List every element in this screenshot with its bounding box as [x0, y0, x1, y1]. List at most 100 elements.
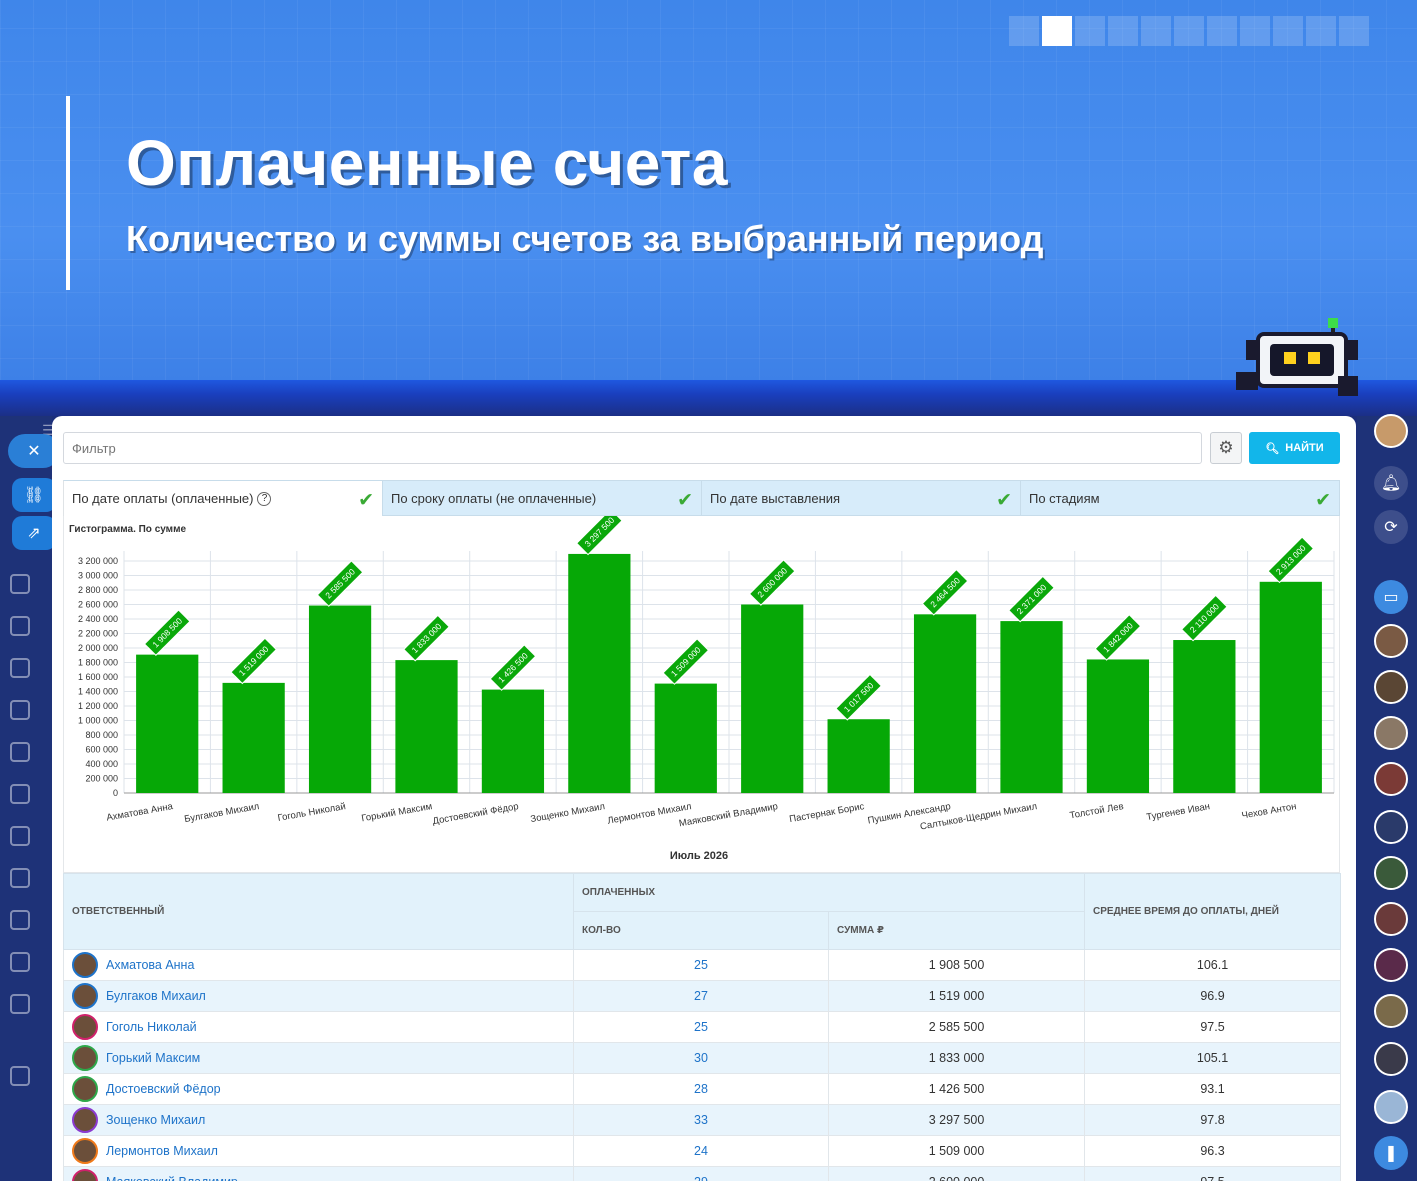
bot-icon[interactable]: [10, 952, 30, 972]
mcp-icon[interactable]: [10, 994, 30, 1014]
pager-dot[interactable]: [1108, 16, 1138, 46]
bar[interactable]: [481, 689, 545, 793]
count-cell[interactable]: 28: [573, 1073, 829, 1105]
pager-dot[interactable]: [1009, 16, 1039, 46]
responsible-link[interactable]: Гоголь Николай: [72, 1014, 565, 1040]
count-cell[interactable]: 30: [573, 1042, 829, 1074]
histogram-panel: Гистограмма. По сумме 0 200 000 400 000 600…: [63, 516, 1340, 873]
bar[interactable]: [1259, 581, 1322, 793]
responsible-link[interactable]: Булгаков Михаил: [72, 983, 565, 1009]
contact-avatar[interactable]: [1374, 994, 1408, 1028]
refresh-chat-icon: ⟳: [1384, 519, 1398, 536]
col-responsible[interactable]: ОТВЕТСТВЕННЫЙ: [63, 873, 574, 950]
pager-dot[interactable]: [1075, 16, 1105, 46]
count-cell[interactable]: 25: [573, 1011, 829, 1043]
close-icon: ✕: [27, 443, 41, 460]
tab-by-due-date[interactable]: По сроку оплаты (не оплаченные) ✔: [383, 480, 702, 516]
contact-avatar[interactable]: [1374, 948, 1408, 982]
pager-dot[interactable]: [1174, 16, 1204, 46]
bar-value-label: 2 464 500: [921, 568, 969, 616]
responsible-link[interactable]: Зощенко Михаил: [72, 1107, 565, 1133]
open-new-window-button[interactable]: ⇗: [12, 516, 56, 550]
bar[interactable]: [136, 654, 199, 793]
pager-dot[interactable]: [1273, 16, 1303, 46]
boards-icon[interactable]: [10, 700, 30, 720]
count-cell[interactable]: 25: [573, 949, 829, 981]
tab-by-payment-date[interactable]: По дате оплаты (оплаченные) ? ✔: [63, 480, 383, 516]
bar[interactable]: [741, 604, 804, 794]
chat-switch-button[interactable]: ⟳: [1374, 510, 1408, 544]
sum-cell: 1 426 500: [827, 1073, 1086, 1105]
bar[interactable]: [395, 660, 458, 793]
tab-label: По дате оплаты (оплаченные): [72, 491, 254, 506]
contact-avatar[interactable]: [1374, 902, 1408, 936]
bar[interactable]: [222, 682, 285, 793]
bar[interactable]: [1086, 659, 1150, 793]
contact-avatar[interactable]: [1374, 1090, 1408, 1124]
pager-dot[interactable]: [1240, 16, 1270, 46]
report-tabs: По дате оплаты (оплаченные) ? ✔ По сроку…: [63, 480, 1340, 516]
pager-dot[interactable]: [1306, 16, 1336, 46]
col-count[interactable]: КОЛ-ВО: [573, 911, 829, 950]
tab-label: По стадиям: [1029, 490, 1100, 506]
pager-dot[interactable]: [1141, 16, 1171, 46]
find-button[interactable]: 🔍︎ НАЙТИ: [1249, 432, 1340, 464]
count-cell[interactable]: 33: [573, 1104, 829, 1136]
contact-avatar[interactable]: [1374, 624, 1408, 658]
crm-icon[interactable]: [10, 616, 30, 636]
table-row: Ахматова Анна 25 1 908 500 106.1: [63, 949, 1342, 981]
notifications-button[interactable]: 🔔︎: [1374, 466, 1408, 500]
bar[interactable]: [568, 553, 631, 793]
documents-icon[interactable]: [10, 658, 30, 678]
responsible-cell: Зощенко Михаил: [63, 1104, 574, 1136]
contact-avatar[interactable]: [1374, 762, 1408, 796]
settings-icon[interactable]: [10, 1066, 30, 1086]
pager-dot[interactable]: [1207, 16, 1237, 46]
pager-dot-active[interactable]: [1042, 16, 1072, 46]
edit-icon[interactable]: [10, 868, 30, 888]
bar[interactable]: [827, 719, 890, 793]
calendar-icon[interactable]: [10, 742, 30, 762]
contact-avatar[interactable]: [1374, 810, 1408, 844]
responsible-link[interactable]: Маяковский Владимир: [72, 1169, 565, 1181]
bookmark-button[interactable]: ❚: [1374, 1136, 1408, 1170]
messenger-button[interactable]: ▭: [1374, 580, 1408, 614]
analytics-icon[interactable]: [10, 784, 30, 804]
current-user-avatar[interactable]: [1374, 414, 1408, 448]
copy-link-button[interactable]: ⛓: [12, 478, 56, 512]
table-row: Булгаков Михаил 27 1 519 000 96.9: [63, 980, 1342, 1012]
filter-settings-button[interactable]: ⚙: [1210, 432, 1242, 464]
responsible-link[interactable]: Горький Максим: [72, 1045, 565, 1071]
help-icon[interactable]: ?: [257, 491, 272, 506]
x-tick-label: Булгаков Михаил: [184, 801, 261, 825]
bar[interactable]: [308, 605, 372, 793]
filter-input[interactable]: [63, 432, 1202, 464]
col-avg-days[interactable]: СРЕДНЕЕ ВРЕМЯ ДО ОПЛАТЫ, ДНЕЙ: [1084, 873, 1342, 950]
avg-days-cell: 97.8: [1084, 1104, 1342, 1136]
tab-by-issue-date[interactable]: По дате выставления ✔: [702, 480, 1021, 516]
count-cell[interactable]: 27: [573, 980, 829, 1012]
contact-avatar[interactable]: [1374, 716, 1408, 750]
bar[interactable]: [913, 614, 977, 793]
count-cell[interactable]: 24: [573, 1135, 829, 1167]
responsible-link[interactable]: Ахматова Анна: [72, 952, 565, 978]
count-cell[interactable]: 29: [573, 1166, 829, 1181]
col-sum[interactable]: СУММА ₽: [827, 911, 1086, 950]
contact-avatar[interactable]: [1374, 670, 1408, 704]
responsible-link[interactable]: Достоевский Фёдор: [72, 1076, 565, 1102]
banner-subtitle: Количество и суммы счетов за выбранный п…: [126, 218, 1044, 259]
banner-title: Оплаченные счета: [126, 127, 728, 199]
responsible-link[interactable]: Лермонтов Михаил: [72, 1138, 565, 1164]
bar[interactable]: [1173, 640, 1236, 793]
tasks-icon[interactable]: [10, 574, 30, 594]
contact-avatar[interactable]: [1374, 1042, 1408, 1076]
hexagon-icon[interactable]: [10, 826, 30, 846]
bar[interactable]: [1000, 621, 1063, 793]
pen-icon[interactable]: [10, 910, 30, 930]
bar[interactable]: [654, 683, 717, 793]
sum-cell: 1 519 000: [827, 980, 1086, 1012]
pager-dot[interactable]: [1339, 16, 1369, 46]
tab-by-stages[interactable]: По стадиям ✔: [1021, 480, 1340, 516]
avg-days-cell: 93.1: [1084, 1073, 1342, 1105]
contact-avatar[interactable]: [1374, 856, 1408, 890]
